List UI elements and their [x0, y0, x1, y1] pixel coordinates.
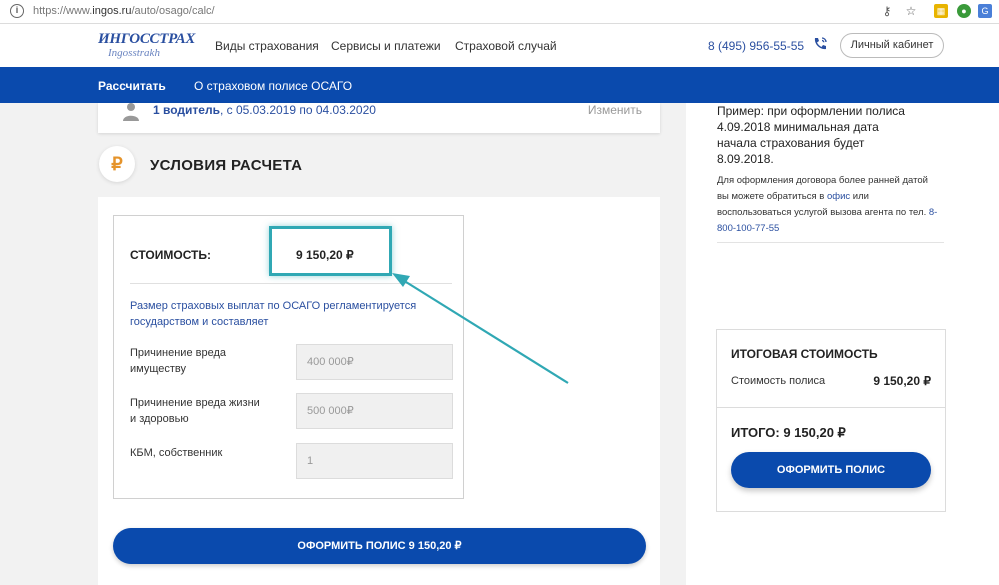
key-icon[interactable]: ⚷: [880, 4, 894, 18]
kbm-label: КБМ, собственник: [130, 447, 223, 459]
issue-policy-main-button[interactable]: ОФОРМИТЬ ПОЛИС 9 150,20 ₽: [113, 528, 646, 564]
ingosstrakh-logo[interactable]: ИНГОССТРАХ Ingosstrakh: [98, 31, 195, 61]
extension-icon[interactable]: ▦: [934, 4, 948, 18]
driver-summary-card: 1 водитель, с 05.03.2019 по 04.03.2020 И…: [98, 103, 660, 133]
kbm-field: 1: [296, 443, 453, 479]
office-link[interactable]: офис: [827, 191, 850, 202]
health-damage-field: 500 000₽: [296, 393, 453, 429]
total-title: ИТОГОВАЯ СТОИМОСТЬ: [731, 347, 878, 361]
driver-avatar-icon: [123, 103, 139, 121]
calculation-card: СТОИМОСТЬ: 9 150,20 ₽ Размер страховых в…: [98, 197, 660, 585]
site-header: ИНГОССТРАХ Ingosstrakh Виды страхования …: [0, 24, 999, 67]
total-cost-card: ИТОГОВАЯ СТОИМОСТЬ Стоимость полиса 9 15…: [716, 329, 946, 512]
policy-cost-value: 9 150,20 ₽: [873, 374, 931, 388]
property-damage-label: Причинение вреда имуществу: [130, 347, 227, 375]
calculation-box: СТОИМОСТЬ: 9 150,20 ₽ Размер страховых в…: [113, 215, 464, 499]
policy-cost-label: Стоимость полиса: [731, 375, 826, 387]
example-text: Пример: при оформлении полиса 4.09.2018 …: [717, 104, 905, 166]
driver-summary-text: 1 водитель, с 05.03.2019 по 04.03.2020: [153, 103, 376, 117]
nav-services-payments[interactable]: Сервисы и платежи: [331, 39, 441, 53]
property-damage-field: 400 000₽: [296, 344, 453, 380]
earlier-date-note: Для оформления договора более ранней дат…: [717, 175, 938, 234]
issue-policy-button[interactable]: ОФОРМИТЬ ПОЛИС: [731, 452, 931, 488]
address-url[interactable]: https://www.ingos.ru/auto/osago/calc/: [33, 5, 215, 17]
phone-icon[interactable]: [812, 36, 828, 52]
personal-cabinet-button[interactable]: Личный кабинет: [840, 33, 944, 58]
nav-insurance-types[interactable]: Виды страхования: [215, 39, 319, 53]
health-damage-label: Причинение вреда жизни и здоровью: [130, 397, 260, 425]
star-icon[interactable]: ☆: [904, 4, 918, 18]
divider: [130, 283, 452, 284]
ruble-icon: ₽: [99, 146, 135, 182]
section-title: УСЛОВИЯ РАСЧЕТА: [150, 157, 303, 174]
phone-number[interactable]: 8 (495) 956-55-55: [708, 39, 804, 53]
translate-icon[interactable]: G: [978, 4, 992, 18]
cost-label: СТОИМОСТЬ:: [130, 248, 212, 262]
payout-info-text: Размер страховых выплат по ОСАГО регламе…: [130, 300, 417, 328]
site-info-icon[interactable]: i: [10, 4, 24, 18]
change-link[interactable]: Изменить: [588, 103, 642, 117]
extension-green-icon[interactable]: ●: [957, 4, 971, 18]
sub-navigation: Рассчитать О страховом полисе ОСАГО: [0, 67, 999, 103]
subnav-about-osago[interactable]: О страховом полисе ОСАГО: [194, 79, 352, 93]
subnav-calculate[interactable]: Рассчитать: [98, 79, 166, 93]
total-sum: ИТОГО: 9 150,20 ₽: [731, 425, 846, 440]
browser-address-bar: i https://www.ingos.ru/auto/osago/calc/ …: [0, 0, 999, 24]
cost-value: 9 150,20 ₽: [296, 248, 354, 262]
nav-insurance-case[interactable]: Страховой случай: [455, 39, 557, 53]
divider: [717, 407, 945, 408]
divider: [717, 242, 944, 243]
